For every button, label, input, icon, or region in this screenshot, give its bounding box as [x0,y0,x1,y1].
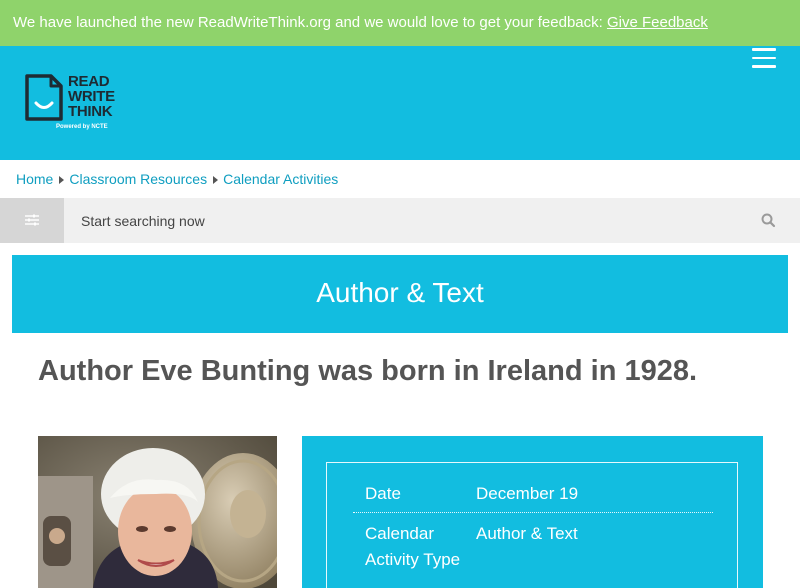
page-title: Author Eve Bunting was born in Ireland i… [38,355,698,387]
feedback-banner-text: We have launched the new ReadWriteThink.… [13,14,607,31]
breadcrumb-classroom-resources[interactable]: Classroom Resources [69,171,207,187]
author-photo [38,436,277,588]
smile-page-icon [25,74,63,121]
sliders-icon [25,214,39,226]
logo-line-read: READ [68,73,110,90]
readwritethink-logo[interactable]: READ WRITE THINK Powered by NCTE [23,73,133,143]
activity-type-value: Author & Text [476,524,578,543]
date-value: December 19 [476,484,579,503]
search-input[interactable] [64,198,744,243]
give-feedback-link[interactable]: Give Feedback [607,14,708,31]
site-header: READ WRITE THINK Powered by NCTE [0,46,800,160]
breadcrumb: Home Classroom Resources Calendar Activiti… [0,160,800,198]
menu-icon[interactable] [752,48,778,70]
activity-details-panel: Date December 19 Calendar Activity Type … [302,436,763,588]
logo-line-think: THINK [68,103,113,120]
activity-details-box: Date December 19 Calendar Activity Type … [326,462,738,588]
logo-line-write: WRITE [68,88,115,105]
breadcrumb-home[interactable]: Home [16,171,53,187]
logo-powered-by: Powered by NCTE [56,124,108,130]
logo-wordmark: READ WRITE THINK [68,74,115,119]
caret-right-icon [213,176,219,184]
breadcrumb-calendar-activities[interactable]: Calendar Activities [223,171,338,187]
activity-type-label: Calendar Activity Type [365,524,461,569]
date-label: Date [365,484,401,503]
category-title: Author & Text [12,255,788,333]
caret-right-icon [59,176,65,184]
details-divider [353,512,713,513]
search-icon[interactable] [756,208,780,232]
filter-button[interactable] [0,198,64,243]
search-bar [0,198,800,243]
feedback-banner: We have launched the new ReadWriteThink.… [0,0,800,46]
